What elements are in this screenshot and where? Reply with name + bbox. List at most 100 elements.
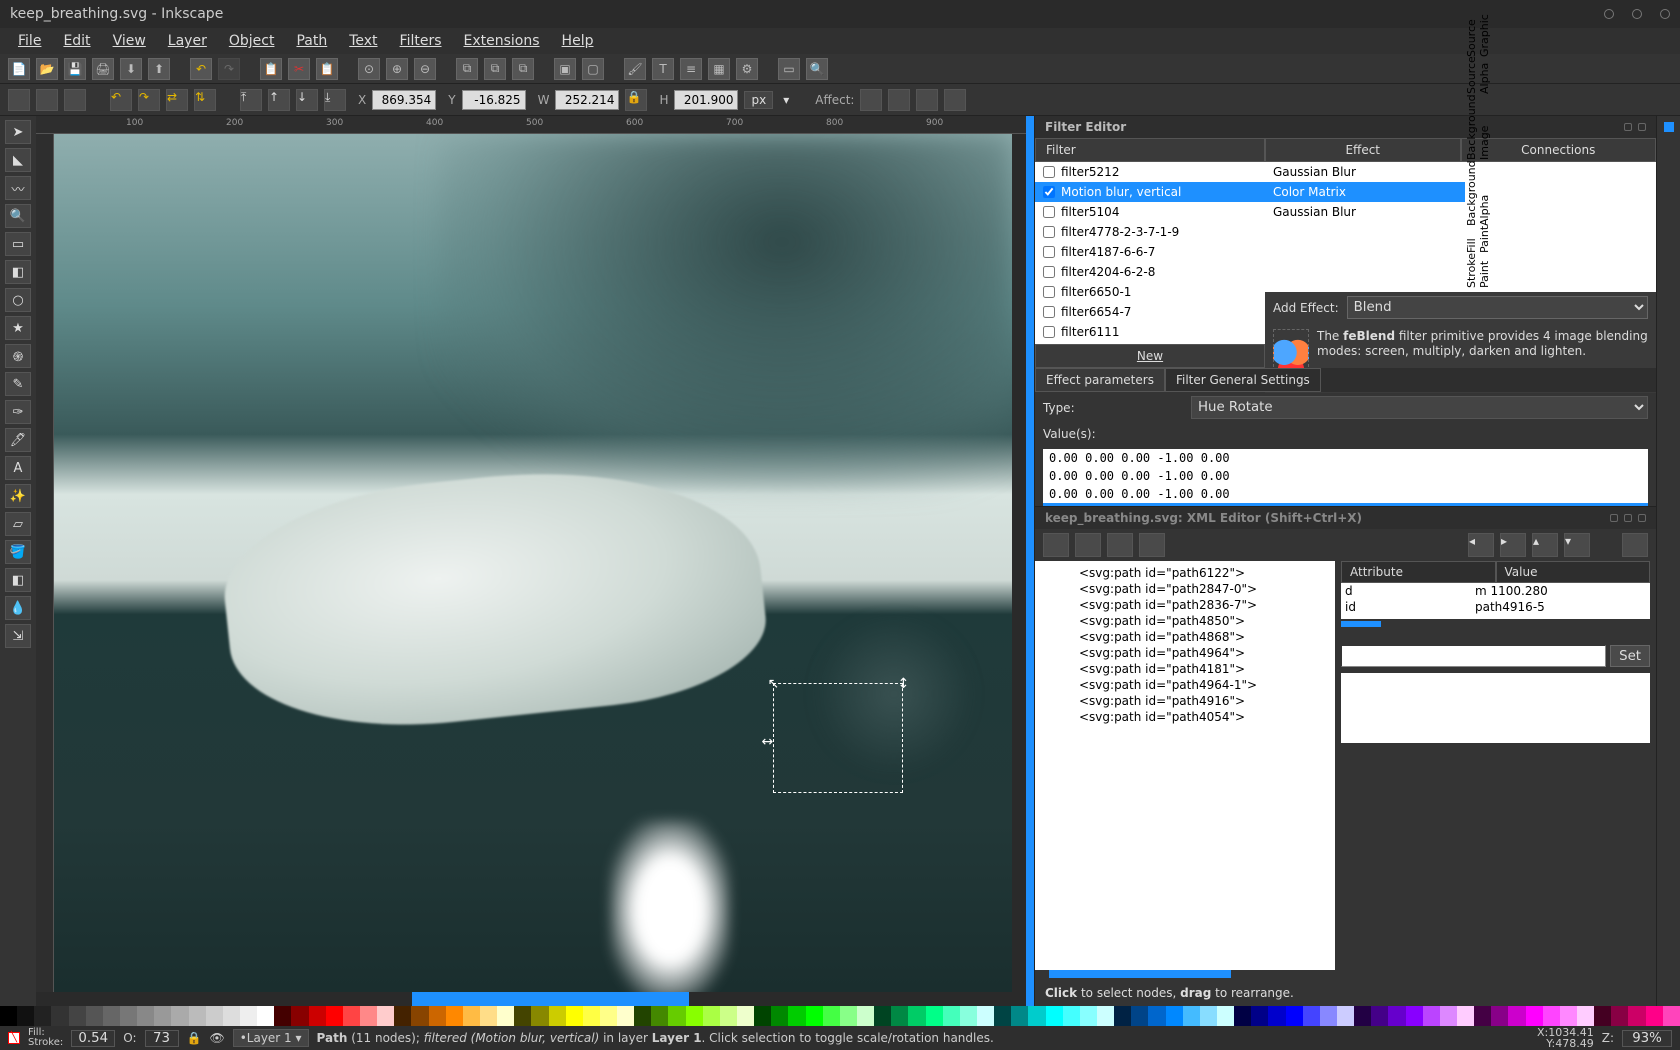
add-effect-select[interactable]: Blend: [1347, 296, 1648, 319]
bezier-tool-icon[interactable]: ✑: [5, 400, 31, 424]
xml-tree-hscroll[interactable]: [1049, 970, 1231, 978]
star-tool-icon[interactable]: ★: [5, 316, 31, 340]
rotate-cw-icon[interactable]: ↷: [138, 89, 160, 111]
type-select[interactable]: Hue Rotate: [1191, 396, 1648, 419]
swatch[interactable]: [1166, 1006, 1183, 1026]
xml-node[interactable]: <svg:path id="path4054">: [1039, 709, 1331, 725]
swatch[interactable]: [1577, 1006, 1594, 1026]
xml-node[interactable]: <svg:path id="path4964">: [1039, 645, 1331, 661]
filter-item[interactable]: filter6650-1: [1035, 282, 1265, 302]
affect-stroke-icon[interactable]: [860, 89, 882, 111]
swatch[interactable]: [1491, 1006, 1508, 1026]
xml-tree[interactable]: <svg:path id="path6122"> <svg:path id="pa…: [1035, 561, 1335, 970]
swatch[interactable]: [1406, 1006, 1423, 1026]
vertical-splitter[interactable]: [1026, 116, 1034, 1006]
filter-list[interactable]: filter5212 Motion blur, vertical filter5…: [1035, 162, 1265, 344]
swatch[interactable]: [943, 1006, 960, 1026]
affect-gradient-icon[interactable]: [916, 89, 938, 111]
swatch[interactable]: [1526, 1006, 1543, 1026]
cut-icon[interactable]: ✂: [288, 58, 310, 80]
lock-aspect-icon[interactable]: 🔒: [625, 89, 647, 111]
fill-stroke-icon[interactable]: 🖌: [624, 58, 646, 80]
swatch[interactable]: [17, 1006, 34, 1026]
effect-node[interactable]: Gaussian Blur: [1265, 162, 1465, 182]
rect-tool-icon[interactable]: ▭: [5, 232, 31, 256]
swatch[interactable]: [1028, 1006, 1045, 1026]
menu-layer[interactable]: Layer: [158, 30, 217, 52]
swatch[interactable]: [1148, 1006, 1165, 1026]
swatch[interactable]: [446, 1006, 463, 1026]
menu-edit[interactable]: Edit: [53, 30, 100, 52]
swatch[interactable]: [463, 1006, 480, 1026]
swatch[interactable]: [891, 1006, 908, 1026]
tab-effect-params[interactable]: Effect parameters: [1035, 368, 1165, 392]
swatch[interactable]: [189, 1006, 206, 1026]
swatch[interactable]: [788, 1006, 805, 1026]
xml-min-icon[interactable]: [1610, 514, 1618, 522]
no-fill-icon[interactable]: ╲: [8, 1032, 20, 1044]
layer-lock-icon[interactable]: 🔒: [187, 1031, 202, 1045]
menu-object[interactable]: Object: [219, 30, 285, 52]
swatch[interactable]: [977, 1006, 994, 1026]
swatch[interactable]: [309, 1006, 326, 1026]
swatch[interactable]: [1388, 1006, 1405, 1026]
swatch[interactable]: [1303, 1006, 1320, 1026]
filter-item[interactable]: filter6111: [1035, 322, 1265, 342]
h-input[interactable]: [674, 90, 738, 110]
swatch[interactable]: [240, 1006, 257, 1026]
duplicate-icon[interactable]: ⧉: [456, 58, 478, 80]
menu-file[interactable]: File: [8, 30, 51, 52]
xml-node[interactable]: <svg:path id="path6122">: [1039, 565, 1331, 581]
swatch[interactable]: [720, 1006, 737, 1026]
swatch[interactable]: [1543, 1006, 1560, 1026]
swatch[interactable]: [926, 1006, 943, 1026]
affect-corners-icon[interactable]: [888, 89, 910, 111]
swatch[interactable]: [737, 1006, 754, 1026]
undo-icon[interactable]: ↶: [190, 58, 212, 80]
swatch[interactable]: [823, 1006, 840, 1026]
effect-node[interactable]: Color Matrix: [1265, 182, 1465, 202]
swatch[interactable]: [411, 1006, 428, 1026]
swatch[interactable]: [549, 1006, 566, 1026]
xml-node[interactable]: <svg:path id="path4181">: [1039, 661, 1331, 677]
swatch[interactable]: [1371, 1006, 1388, 1026]
filter-item[interactable]: filter4187-6-6-7: [1035, 242, 1265, 262]
gradient-tool-icon[interactable]: ◧: [5, 568, 31, 592]
swatch[interactable]: [86, 1006, 103, 1026]
swatch[interactable]: [634, 1006, 651, 1026]
swatch[interactable]: [1611, 1006, 1628, 1026]
value-row[interactable]: 0.00 0.00 0.00 -1.00 0.00: [1043, 485, 1648, 503]
swatch[interactable]: [1114, 1006, 1131, 1026]
swatch[interactable]: [274, 1006, 291, 1026]
import-icon[interactable]: ⬇: [120, 58, 142, 80]
xml-up-icon[interactable]: ▴: [1532, 533, 1558, 557]
w-input[interactable]: [555, 90, 619, 110]
swatch[interactable]: [857, 1006, 874, 1026]
zoom-tool-icon[interactable]: 🔍: [5, 204, 31, 228]
menu-filters[interactable]: Filters: [390, 30, 452, 52]
set-button[interactable]: Set: [1610, 645, 1650, 667]
canvas[interactable]: ↖ ↕ ↔: [54, 134, 1012, 992]
select-all-icon[interactable]: [8, 89, 30, 111]
swatch[interactable]: [137, 1006, 154, 1026]
tab-effect[interactable]: Effect: [1265, 138, 1461, 162]
swatch[interactable]: [1063, 1006, 1080, 1026]
swatch[interactable]: [1474, 1006, 1491, 1026]
zoom-drawing-icon[interactable]: ⊕: [386, 58, 408, 80]
swatch[interactable]: [1320, 1006, 1337, 1026]
selector-tool-icon[interactable]: ➤: [5, 120, 31, 144]
xml-prev-icon[interactable]: ◂: [1468, 533, 1494, 557]
swatch[interactable]: [1440, 1006, 1457, 1026]
filter-item[interactable]: filter4778-2-3-7-1-9: [1035, 222, 1265, 242]
swatch[interactable]: [1423, 1006, 1440, 1026]
menu-extensions[interactable]: Extensions: [454, 30, 550, 52]
swatch[interactable]: [994, 1006, 1011, 1026]
swatch[interactable]: [806, 1006, 823, 1026]
save-icon[interactable]: 💾: [64, 58, 86, 80]
effect-nodes[interactable]: Gaussian BlurColor MatrixGaussian Blur: [1265, 162, 1465, 292]
swatch[interactable]: [1560, 1006, 1577, 1026]
menu-view[interactable]: View: [103, 30, 156, 52]
color-palette[interactable]: [0, 1006, 1680, 1026]
prefs-icon[interactable]: ⚙: [736, 58, 758, 80]
filter-item[interactable]: Motion blur, vertical: [1035, 182, 1265, 202]
